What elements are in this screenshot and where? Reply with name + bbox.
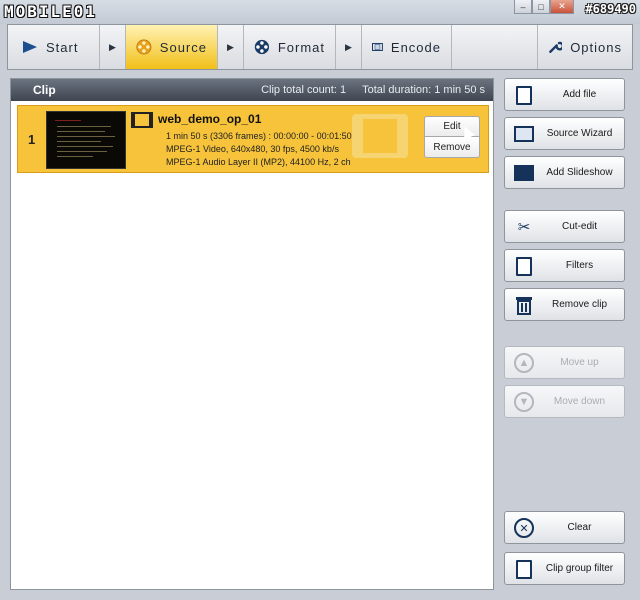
clip-panel-title: Clip xyxy=(33,83,56,97)
clear-x-icon: ✕ xyxy=(513,517,535,539)
cut-edit-label: Cut-edit xyxy=(561,221,597,232)
clip-group-filter-label: Clip group filter xyxy=(545,563,614,574)
clip-name: web_demo_op_01 xyxy=(158,112,262,126)
wizard-window-icon xyxy=(513,123,535,145)
title-bar: MOBILE01 – □ ✕ #689490 xyxy=(0,0,640,24)
cut-edit-button[interactable]: ✂ Cut-edit xyxy=(504,210,625,243)
clip-total-duration: Total duration: 1 min 50 s xyxy=(362,84,485,96)
clear-button[interactable]: ✕ Clear xyxy=(504,511,625,544)
group-filter-icon xyxy=(513,558,535,580)
arrow-down-icon: ▼ xyxy=(513,391,535,413)
tab-encode[interactable]: Encode xyxy=(362,25,452,69)
options-label: Options xyxy=(570,39,622,55)
tab-format[interactable]: Format xyxy=(244,25,336,69)
move-down-label: Move down xyxy=(553,396,606,407)
step-arrow-3: ▶ xyxy=(336,25,362,69)
source-wizard-button[interactable]: Source Wizard xyxy=(504,117,625,150)
tab-start-label: Start xyxy=(46,39,79,55)
filters-label: Filters xyxy=(565,260,594,271)
scissors-icon: ✂ xyxy=(517,219,531,236)
source-wizard-label: Source Wizard xyxy=(546,128,613,139)
step-arrow-1: ▶ xyxy=(100,25,126,69)
clip-group-filter-button[interactable]: Clip group filter xyxy=(504,552,625,585)
remove-clip-button[interactable]: Remove clip xyxy=(504,288,625,321)
clip-panel: Clip Clip total count: 1 Total duration:… xyxy=(10,78,494,590)
tab-source[interactable]: Source xyxy=(126,25,218,69)
minimize-button[interactable]: – xyxy=(514,0,532,14)
clip-panel-header: Clip Clip total count: 1 Total duration:… xyxy=(11,79,493,101)
clip-audio-info: MPEG-1 Audio Layer II (MP2), 44100 Hz, 2… xyxy=(166,157,351,167)
add-file-label: Add file xyxy=(562,89,597,100)
clip-duration: 1 min 50 s (3306 frames) : 00:00:00 - 00… xyxy=(166,131,352,141)
watermark: #689490 xyxy=(585,2,636,16)
add-slideshow-label: Add Slideshow xyxy=(546,167,613,178)
move-up-button[interactable]: ▲ Move up xyxy=(504,346,625,379)
clip-video-info: MPEG-1 Video, 640x480, 30 fps, 4500 kb/s xyxy=(166,144,339,154)
arrow-up-icon: ▲ xyxy=(513,352,535,374)
maximize-button[interactable]: □ xyxy=(532,0,550,14)
clip-row[interactable]: 1 web_demo_op_01 1 min 50 s (3306 frames… xyxy=(17,105,489,173)
window-controls: – □ ✕ xyxy=(514,0,574,14)
add-slideshow-button[interactable]: Add Slideshow xyxy=(504,156,625,189)
clip-details: 1 min 50 s (3306 frames) : 00:00:00 - 00… xyxy=(166,130,352,169)
tab-encode-label: Encode xyxy=(390,39,441,55)
workflow-toolbar: Start ▶ Source ▶ Format ▶ Encode Options xyxy=(7,24,633,70)
play-icon xyxy=(23,41,37,53)
film-strip-icon xyxy=(372,43,383,51)
app-logo: MOBILE01 xyxy=(4,2,98,21)
film-watermark-icon xyxy=(352,114,408,158)
remove-clip-inline-button[interactable]: Remove xyxy=(424,137,480,158)
clip-index: 1 xyxy=(28,132,36,147)
clip-thumbnail xyxy=(46,111,126,169)
filters-button[interactable]: Filters xyxy=(504,249,625,282)
filter-pen-icon xyxy=(513,255,535,277)
trash-icon xyxy=(513,294,535,316)
move-down-button[interactable]: ▼ Move down xyxy=(504,385,625,418)
add-file-icon xyxy=(513,84,535,106)
wrench-icon xyxy=(549,41,563,53)
step-arrow-2: ▶ xyxy=(218,25,244,69)
tab-source-label: Source xyxy=(159,39,207,55)
film-reel-icon xyxy=(136,39,152,55)
close-button[interactable]: ✕ xyxy=(550,0,574,14)
tab-start[interactable]: Start xyxy=(8,25,100,69)
film-reel-icon xyxy=(254,39,270,55)
video-file-icon xyxy=(131,112,153,128)
clear-label: Clear xyxy=(567,522,592,533)
clip-total-count: Clip total count: 1 xyxy=(261,84,347,96)
add-file-button[interactable]: Add file xyxy=(504,78,625,111)
move-up-label: Move up xyxy=(560,357,599,368)
toolbar-spacer xyxy=(452,25,538,69)
slideshow-icon xyxy=(513,162,535,184)
tab-format-label: Format xyxy=(277,39,325,55)
remove-clip-label: Remove clip xyxy=(551,299,608,310)
options-button[interactable]: Options xyxy=(538,25,632,69)
